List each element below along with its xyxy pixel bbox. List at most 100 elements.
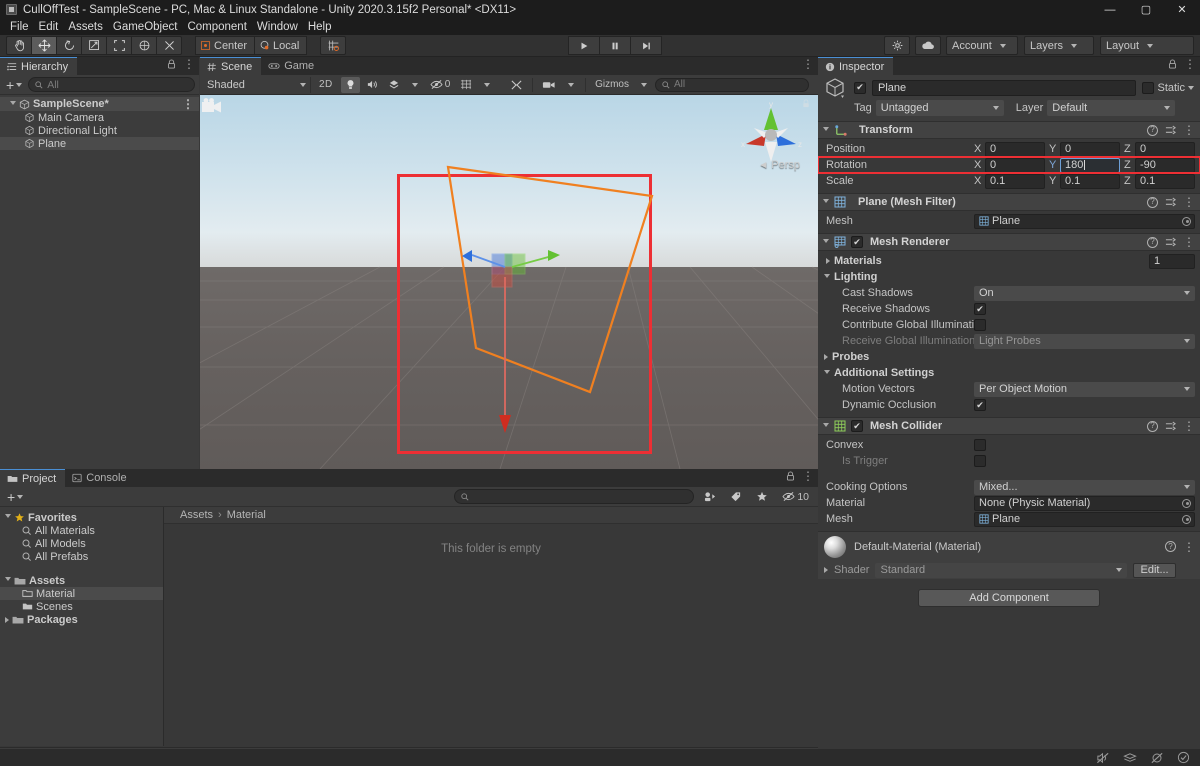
2d-toggle-button[interactable]: 2D xyxy=(313,77,339,93)
material-menu-icon[interactable]: ⋮ xyxy=(1183,541,1195,553)
shader-dropdown[interactable]: Standard xyxy=(875,562,1128,578)
motion-vectors-dropdown[interactable]: Per Object Motion xyxy=(974,381,1195,397)
position-x-input[interactable]: 0 xyxy=(985,141,1045,157)
convex-checkbox[interactable] xyxy=(974,439,986,451)
chevron-right-icon[interactable] xyxy=(826,258,830,264)
preset-icon[interactable] xyxy=(1165,421,1176,432)
mute-audio-icon[interactable] xyxy=(1096,752,1110,764)
light-bulb-icon[interactable] xyxy=(340,76,360,93)
contribute-gi-checkbox[interactable] xyxy=(974,319,986,331)
scene-menu-icon[interactable]: ⋮ xyxy=(802,58,814,70)
hierarchy-scene-row[interactable]: SampleScene* ⋮ xyxy=(0,97,199,111)
hierarchy-item-directional-light[interactable]: Directional Light xyxy=(0,124,199,137)
static-checkbox[interactable] xyxy=(1142,81,1155,94)
draw-mode-dropdown[interactable]: Shaded xyxy=(203,76,311,93)
transform-component-header[interactable]: Transform ? ⋮ xyxy=(818,121,1200,139)
gizmos-button[interactable]: Gizmos xyxy=(591,77,633,93)
breadcrumb-assets[interactable]: Assets xyxy=(180,509,213,521)
scene-menu-icon[interactable]: ⋮ xyxy=(182,98,194,110)
help-icon[interactable]: ? xyxy=(1147,124,1158,136)
chevron-right-icon[interactable] xyxy=(824,354,828,360)
layer-dropdown[interactable]: Default xyxy=(1047,100,1176,116)
rotation-x-input[interactable]: 0 xyxy=(985,157,1045,173)
mesh-filter-component-header[interactable]: Plane (Mesh Filter) ? ⋮ xyxy=(818,193,1200,211)
mesh-renderer-enabled-checkbox[interactable] xyxy=(851,236,863,248)
menu-help[interactable]: Help xyxy=(303,19,337,35)
scale-x-input[interactable]: 0.1 xyxy=(985,173,1045,189)
menu-component[interactable]: Component xyxy=(182,19,251,35)
scene-camera-icon[interactable] xyxy=(538,77,560,93)
filter-by-label-icon[interactable] xyxy=(726,489,746,505)
scale-y-input[interactable]: 0.1 xyxy=(1060,173,1120,189)
edit-shader-button[interactable]: Edit... xyxy=(1133,562,1176,578)
hierarchy-item-main-camera[interactable]: Main Camera xyxy=(0,111,199,124)
materials-row[interactable]: Materials 1 xyxy=(818,253,1200,269)
help-icon[interactable]: ? xyxy=(1147,196,1158,208)
preset-icon[interactable] xyxy=(1165,125,1176,136)
chevron-down-icon[interactable] xyxy=(824,369,830,377)
transform-menu-icon[interactable]: ⋮ xyxy=(1183,124,1195,136)
camera-dropdown-icon[interactable] xyxy=(562,77,580,93)
create-asset-button[interactable]: + xyxy=(5,489,25,505)
static-toggle[interactable]: Static xyxy=(1142,81,1194,94)
menu-window[interactable]: Window xyxy=(252,19,303,35)
position-z-input[interactable]: 0 xyxy=(1135,141,1195,157)
tree-item-favorites[interactable]: Favorites xyxy=(0,511,163,524)
fx-icon[interactable] xyxy=(384,77,404,93)
gameobject-name-input[interactable]: Plane xyxy=(872,79,1137,96)
move-tool-icon[interactable] xyxy=(31,36,57,55)
tree-item-all-materials[interactable]: All Materials xyxy=(0,524,163,537)
scene-search-input[interactable]: All xyxy=(655,77,809,92)
collider-material-field[interactable]: None (Physic Material) xyxy=(974,495,1195,511)
preset-icon[interactable] xyxy=(1165,237,1176,248)
tree-item-all-prefabs[interactable]: All Prefabs xyxy=(0,550,163,563)
menu-gameobject[interactable]: GameObject xyxy=(108,19,183,35)
tag-dropdown[interactable]: Untagged xyxy=(875,100,1004,116)
chevron-right-icon[interactable] xyxy=(824,567,828,573)
chevron-down-icon[interactable] xyxy=(824,273,830,281)
add-component-button[interactable]: Add Component xyxy=(918,589,1100,607)
step-button[interactable] xyxy=(630,36,663,55)
object-picker-icon[interactable] xyxy=(1182,514,1191,524)
object-picker-icon[interactable] xyxy=(1182,498,1191,508)
tab-game[interactable]: Game xyxy=(261,57,324,75)
minimize-button[interactable]: — xyxy=(1092,0,1128,19)
chevron-down-icon[interactable] xyxy=(823,422,829,430)
grid-snap-icon[interactable] xyxy=(320,36,347,55)
create-gameobject-button[interactable]: + xyxy=(4,77,24,93)
projection-mode-label[interactable]: ◄ Persp xyxy=(758,159,800,171)
scene-viewport[interactable]: y x z ◄ Persp xyxy=(200,95,818,469)
dynamic-occlusion-checkbox[interactable] xyxy=(974,399,986,411)
tab-scene[interactable]: Scene xyxy=(200,57,262,75)
close-button[interactable]: ✕ xyxy=(1164,0,1200,19)
project-menu-icon[interactable]: ⋮ xyxy=(802,470,814,482)
receive-shadows-checkbox[interactable] xyxy=(974,303,986,315)
preset-icon[interactable] xyxy=(1165,197,1176,208)
check-circle-icon[interactable] xyxy=(1177,751,1190,764)
chevron-down-icon[interactable] xyxy=(823,126,829,134)
chevron-down-icon[interactable] xyxy=(5,577,11,584)
gizmos-dropdown-icon[interactable] xyxy=(635,77,653,93)
tab-console[interactable]: Console xyxy=(65,469,136,487)
probes-section[interactable]: Probes xyxy=(818,349,1200,365)
chevron-down-icon[interactable] xyxy=(1188,85,1194,90)
favorite-star-icon[interactable] xyxy=(752,489,772,505)
tab-project[interactable]: Project xyxy=(0,469,66,487)
tree-item-scenes[interactable]: Scenes xyxy=(0,600,163,613)
hierarchy-search-input[interactable]: All xyxy=(28,77,195,92)
lighting-section[interactable]: Lighting xyxy=(818,269,1200,285)
chevron-right-icon[interactable] xyxy=(5,616,9,623)
tree-item-packages[interactable]: Packages xyxy=(0,613,163,626)
scale-z-input[interactable]: 0.1 xyxy=(1135,173,1195,189)
scene-visibility-icon[interactable]: 0 xyxy=(426,77,455,93)
breadcrumb-material[interactable]: Material xyxy=(227,509,266,521)
inspector-menu-icon[interactable]: ⋮ xyxy=(1184,58,1196,70)
hand-tool-icon[interactable] xyxy=(6,36,32,55)
chevron-down-icon[interactable] xyxy=(823,198,829,206)
tree-item-assets[interactable]: Assets xyxy=(0,574,163,587)
layout-dropdown[interactable]: Layout xyxy=(1100,36,1195,55)
mesh-collider-menu-icon[interactable]: ⋮ xyxy=(1183,420,1195,432)
mesh-filter-mesh-field[interactable]: Plane xyxy=(974,213,1195,229)
mesh-collider-enabled-checkbox[interactable] xyxy=(851,420,863,432)
layers-status-icon[interactable] xyxy=(1123,752,1137,764)
